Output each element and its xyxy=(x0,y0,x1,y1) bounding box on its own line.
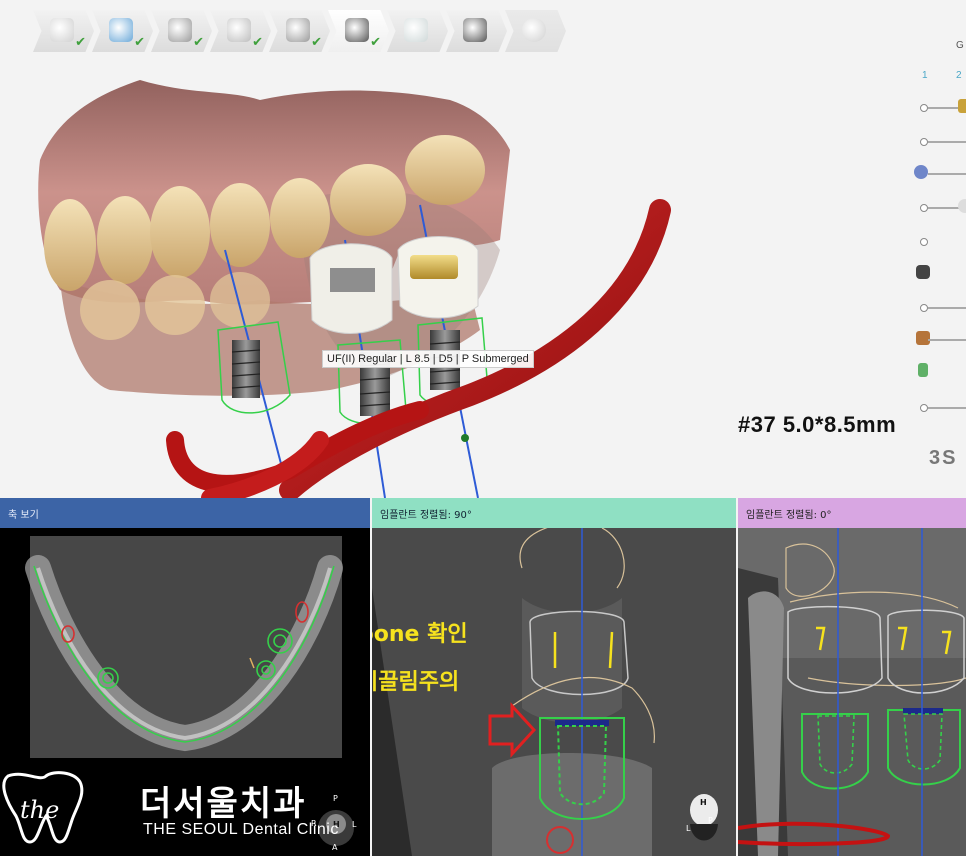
clinic-name-english: THE SEOUL Dental Clinic xyxy=(143,821,339,838)
orient-label-l-90: L xyxy=(686,824,691,833)
cut-tool-slider[interactable] xyxy=(920,402,966,414)
opacity-slider-tooth[interactable] xyxy=(920,199,966,214)
workflow-step-segmentation[interactable]: ✔ xyxy=(92,10,153,52)
scan-data-icon xyxy=(50,18,74,42)
implant-icon xyxy=(345,18,369,42)
toolbar-header: G xyxy=(956,40,964,51)
note-slip-caution: 미끌림주의 xyxy=(372,670,460,695)
workflow-step-sleeve[interactable] xyxy=(387,10,448,52)
tab-2[interactable]: 2 xyxy=(956,70,962,81)
workflow-step-registration[interactable]: ✔ xyxy=(151,10,212,52)
clinic-name-korean: 더서울치과 xyxy=(140,784,307,824)
clinic-logo-text: the xyxy=(20,796,59,824)
opacity-slider-scan[interactable] xyxy=(920,136,966,148)
tooth-upper xyxy=(44,199,96,291)
workflow-step-nerve-path[interactable]: ✔ xyxy=(269,10,330,52)
opacity-slider-bone[interactable] xyxy=(916,265,966,280)
segmentation-icon xyxy=(109,18,133,42)
orient-label-l: L xyxy=(352,820,357,829)
clinic-logo: the xyxy=(2,771,84,844)
axial-view-title: 축 보기 xyxy=(0,498,370,528)
workflow-step-guide-report[interactable] xyxy=(446,10,507,52)
orient-label-h-90: H xyxy=(700,798,707,807)
check-icon: ✔ xyxy=(134,35,145,50)
orient-label-p-90: P xyxy=(708,816,713,825)
opacity-slider-sleeve[interactable] xyxy=(916,331,966,346)
note-bone-check: bone 확인 xyxy=(372,622,468,647)
implant-tooltip: UF(II) Regular | L 8.5 | D5 | P Submerge… xyxy=(322,350,534,368)
check-icon: ✔ xyxy=(252,35,263,50)
side-toolbar: 1 2 G xyxy=(908,36,966,466)
toggle-radio[interactable] xyxy=(920,236,966,248)
workflow-step-export-disc[interactable] xyxy=(505,10,566,52)
nerve-path-icon xyxy=(286,18,310,42)
orient-label-p: P xyxy=(333,794,338,803)
check-icon: ✔ xyxy=(370,35,381,50)
axial-view-pane[interactable]: 축 보기 P R H L A the 더서울치과 THE SEOUL Denta… xyxy=(0,498,370,856)
check-icon: ✔ xyxy=(75,35,86,50)
3d-view[interactable]: ✔ ✔ ✔ ✔ ✔ ✔ 1 2 G UF(II) Regular | L 8.5 | D5… xyxy=(0,0,966,498)
workflow-step-scan-data[interactable]: ✔ xyxy=(33,10,94,52)
implant-size-annotation: #37 5.0*8.5mm xyxy=(738,412,897,437)
brand-logo: 3S xyxy=(929,447,958,469)
opacity-slider-gold-abutment[interactable] xyxy=(920,99,966,114)
guide-report-icon xyxy=(463,18,487,42)
orient-label-a: A xyxy=(332,843,338,852)
sleeve-icon xyxy=(404,18,428,42)
tab-1[interactable]: 1 xyxy=(922,70,928,81)
workflow-step-crown-design[interactable]: ✔ xyxy=(210,10,271,52)
implant-planning-window: ✔ ✔ ✔ ✔ ✔ ✔ 1 2 G UF(II) Regular | L 8.5 | D5… xyxy=(0,0,966,856)
registration-icon xyxy=(168,18,192,42)
check-icon: ✔ xyxy=(311,35,322,50)
sagittal-0-pane[interactable]: 임플란트 정렬됨: 0° xyxy=(738,498,966,856)
export-disc-icon xyxy=(522,18,546,42)
sagittal-0-title: 임플란트 정렬됨: 0° xyxy=(738,498,966,528)
workflow-step-implant[interactable]: ✔ xyxy=(328,10,389,52)
sagittal-90-title: 임플란트 정렬됨: 90° xyxy=(372,498,736,528)
workflow-steps: ✔ ✔ ✔ ✔ ✔ ✔ xyxy=(33,10,566,52)
opacity-slider-crown[interactable] xyxy=(914,165,966,180)
sagittal-90-pane[interactable]: 임플란트 정렬됨: 90° one 확인 끌림주의 H L P xyxy=(372,498,736,856)
opacity-slider-guide[interactable] xyxy=(920,302,966,314)
check-icon: ✔ xyxy=(193,35,204,50)
opacity-slider-implant[interactable] xyxy=(918,363,966,378)
crown-design-icon xyxy=(227,18,251,42)
sagittal-0-ct-image xyxy=(738,528,966,856)
